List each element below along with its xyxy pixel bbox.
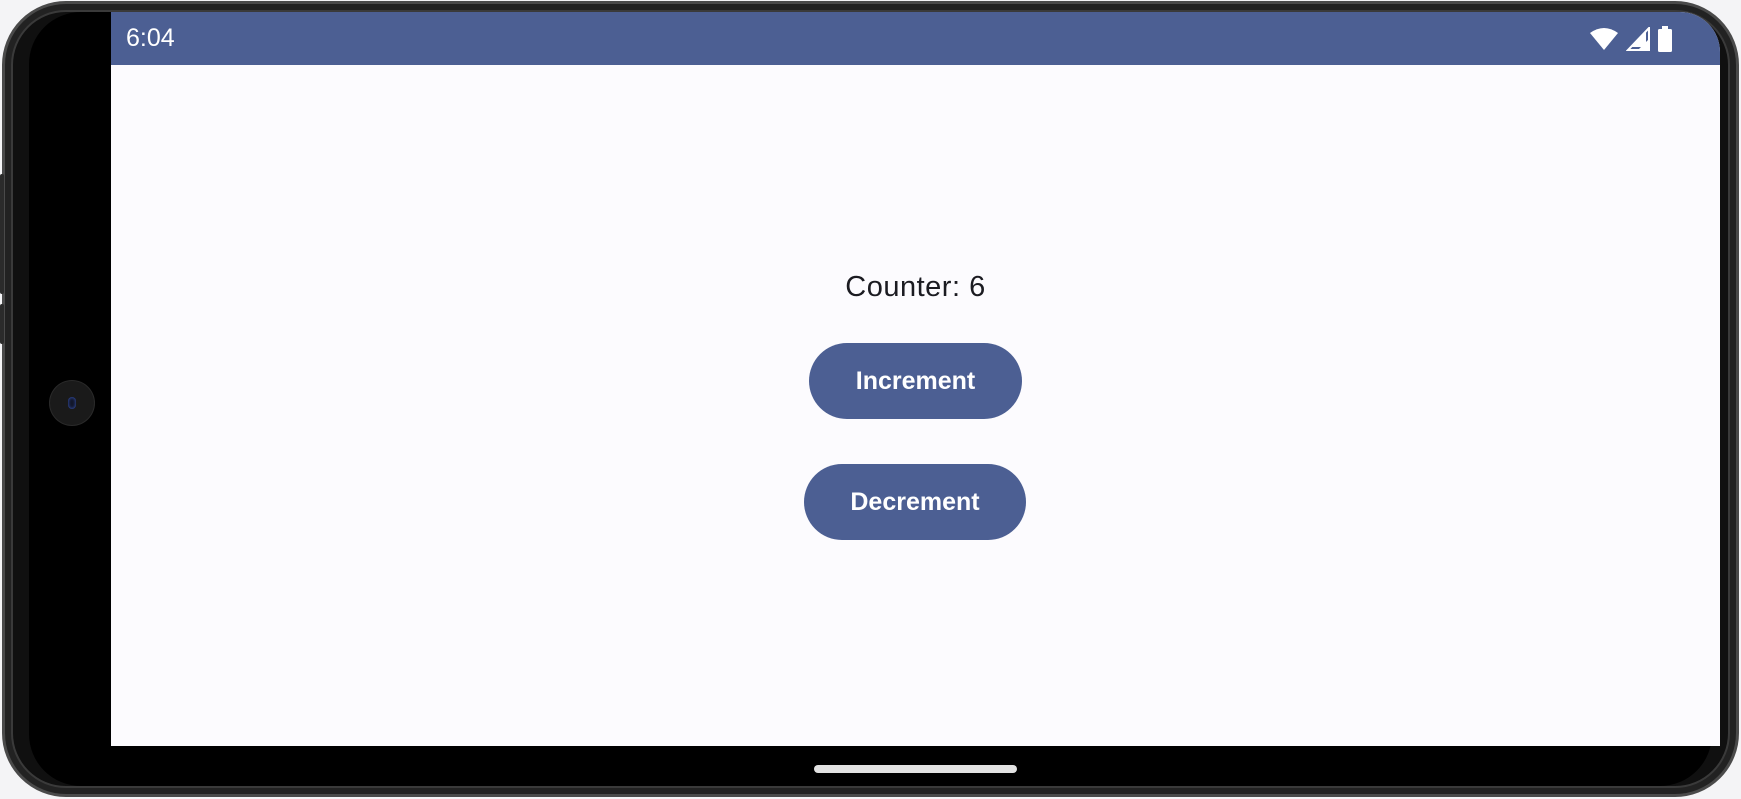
status-time: 6:04 [126,24,175,52]
power-button [0,304,4,344]
cellular-signal-icon [1626,27,1650,51]
home-gesture-bar[interactable] [814,765,1017,773]
decrement-button[interactable]: Decrement [804,464,1026,540]
screen: 6:04 Counter: 6 Increment Decrement [111,12,1720,746]
status-bar: 6:04 [111,12,1720,65]
app-content: Counter: 6 Increment Decrement [111,65,1720,746]
counter-label: Counter: 6 [845,271,986,303]
status-icons [1590,26,1672,52]
front-camera [50,381,94,425]
device-frame: 6:04 Counter: 6 Increment Decrement [0,1,1739,797]
increment-button[interactable]: Increment [809,343,1022,419]
wifi-icon [1590,27,1618,51]
battery-icon [1658,26,1672,52]
volume-button [0,174,4,294]
camera-lens-icon [68,397,76,409]
